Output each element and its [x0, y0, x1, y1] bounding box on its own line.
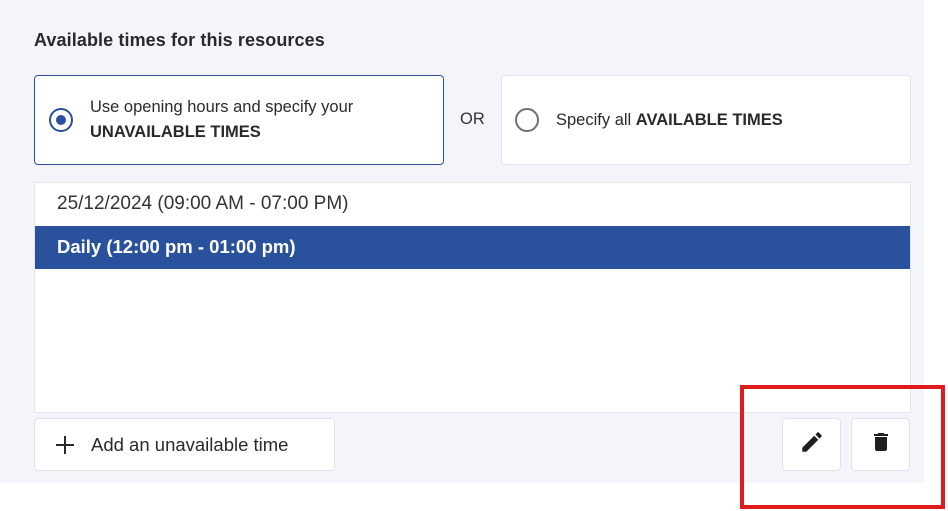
edit-button[interactable] — [782, 418, 841, 471]
option-all-available[interactable]: Specify all AVAILABLE TIMES — [501, 75, 911, 165]
add-unavailable-time-label: Add an unavailable time — [91, 433, 289, 455]
list-item-selected[interactable]: Daily (12:00 pm - 01:00 pm) — [35, 226, 910, 269]
pencil-icon — [799, 429, 825, 460]
option-opening-hours[interactable]: Use opening hours and specify your UNAVA… — [34, 75, 444, 165]
radio-selected-icon[interactable] — [49, 108, 73, 132]
unavailable-times-list[interactable]: 25/12/2024 (09:00 AM - 07:00 PM) Daily (… — [34, 182, 911, 413]
option-all-available-bold: AVAILABLE TIMES — [635, 110, 783, 129]
radio-unselected-icon[interactable] — [515, 108, 539, 132]
option-all-available-prefix: Specify all — [556, 110, 636, 129]
section-title: Available times for this resources — [34, 30, 325, 50]
or-label: OR — [460, 110, 485, 128]
option-opening-hours-label: Use opening hours and specify your UNAVA… — [90, 95, 353, 145]
option-opening-hours-line2: UNAVAILABLE TIMES — [90, 123, 261, 141]
delete-button[interactable] — [851, 418, 910, 471]
plus-icon — [55, 435, 75, 455]
availability-panel: Available times for this resources Use o… — [0, 0, 924, 483]
option-all-available-label: Specify all AVAILABLE TIMES — [556, 108, 783, 133]
trash-icon — [869, 429, 893, 460]
option-opening-hours-line1: Use opening hours and specify your — [90, 98, 354, 116]
list-item[interactable]: 25/12/2024 (09:00 AM - 07:00 PM) — [35, 183, 910, 226]
add-unavailable-time-button[interactable]: Add an unavailable time — [34, 418, 335, 471]
